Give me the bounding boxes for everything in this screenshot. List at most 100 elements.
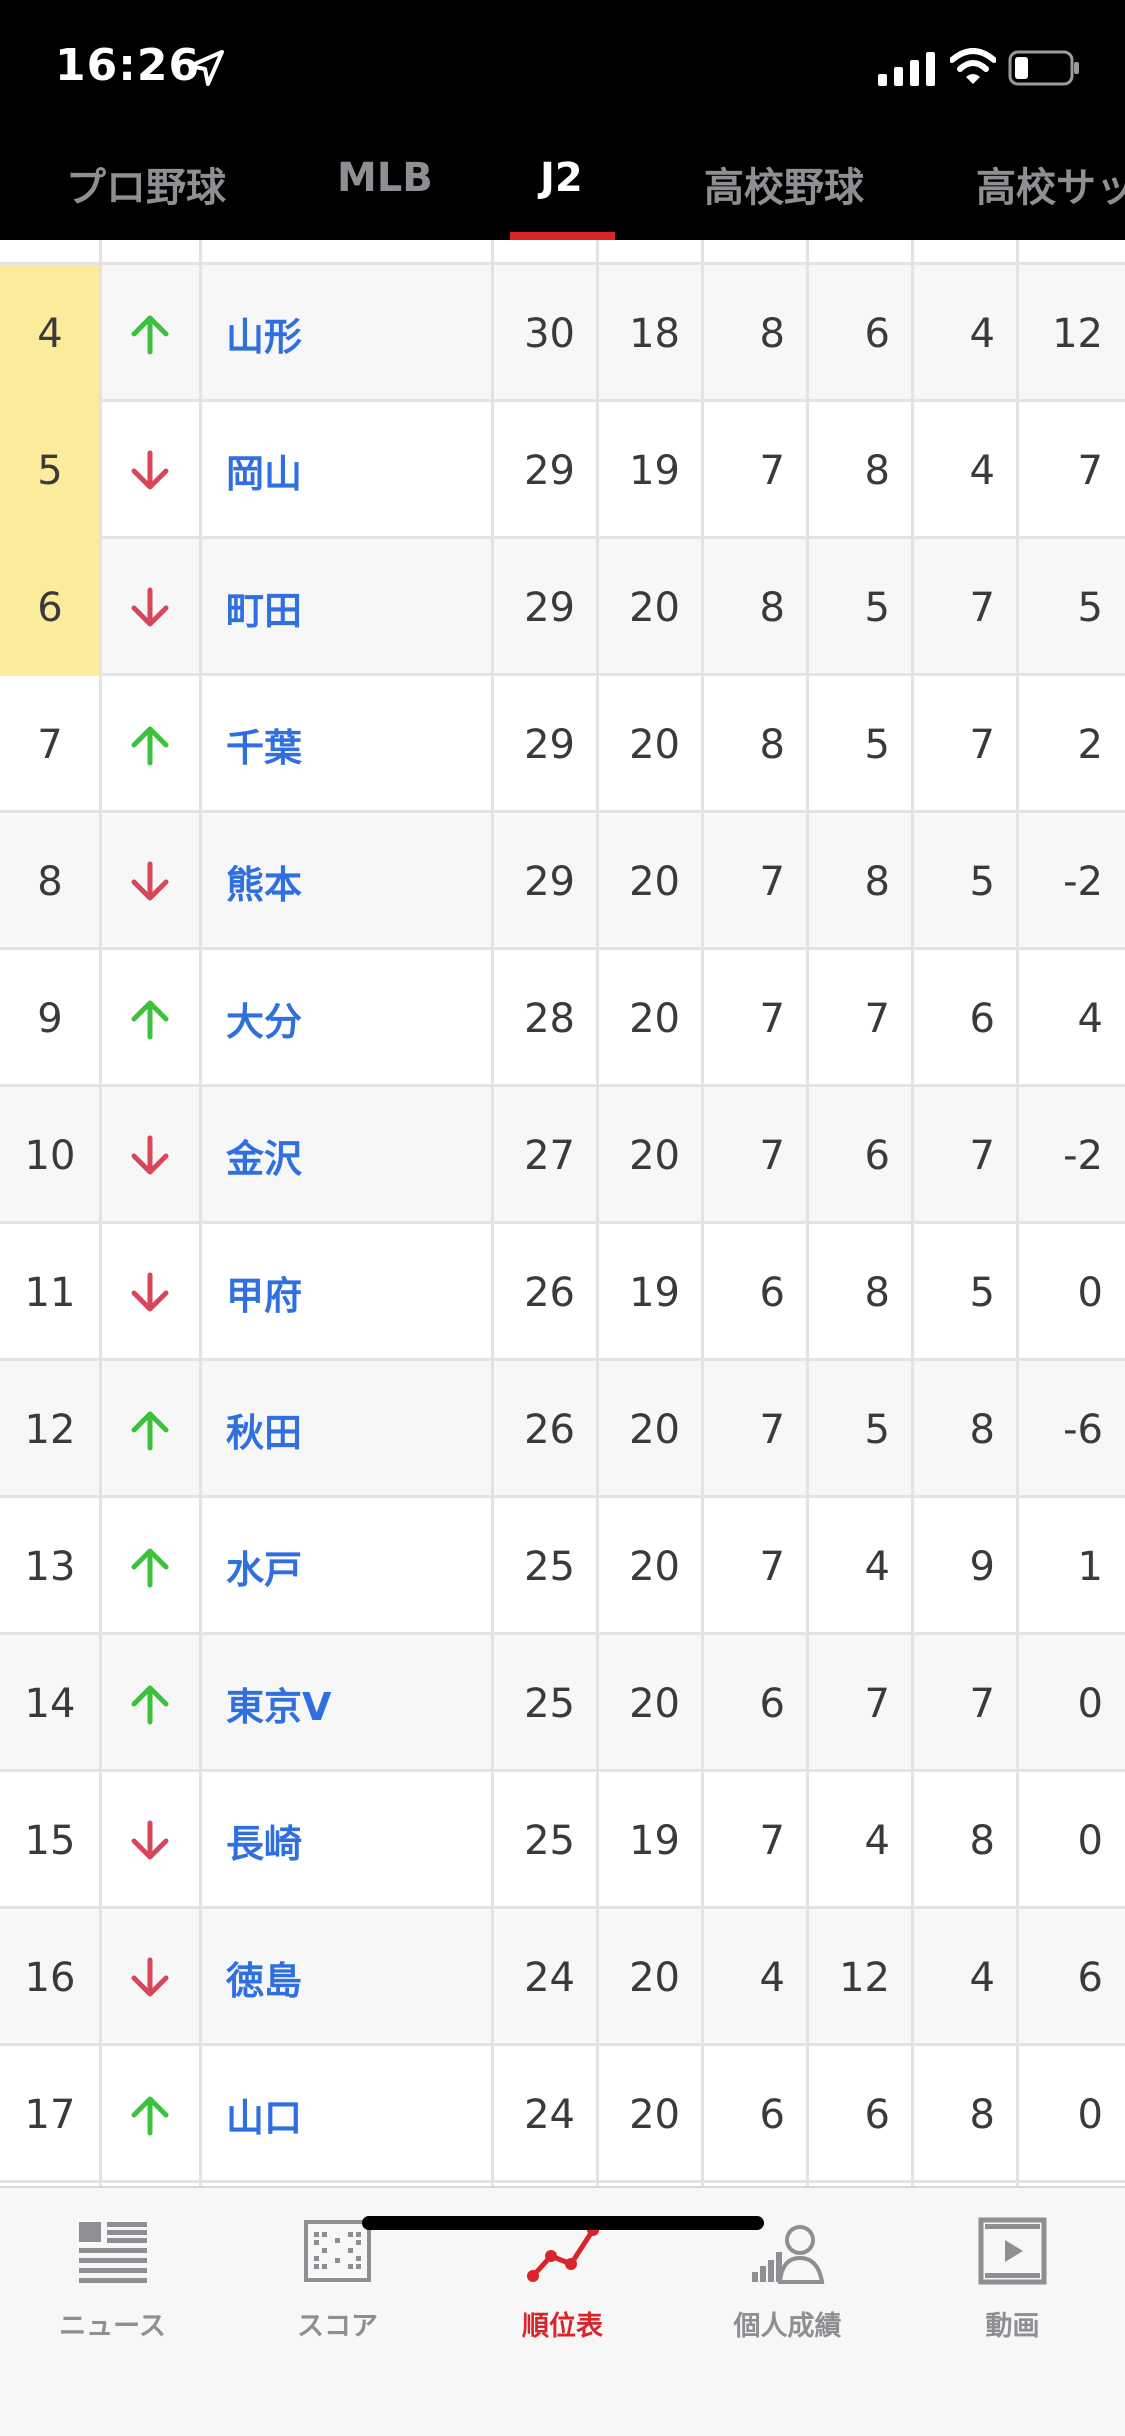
table-row[interactable]: 11 甲府 26 19 6 8 5 0 — [0, 1224, 1125, 1361]
lost-cell: 4 — [969, 1954, 995, 2001]
gd-cell: 6 — [1077, 1954, 1103, 2001]
table-row[interactable]: 13 水戸 25 20 7 4 9 1 — [0, 1498, 1125, 1635]
played-cell: 20 — [629, 858, 680, 905]
pts-cell: 26 — [524, 1406, 575, 1453]
team-link[interactable]: 水戸 — [200, 1498, 492, 1635]
column-divider — [99, 240, 102, 2186]
pts-cell: 29 — [524, 858, 575, 905]
lost-cell: 4 — [969, 447, 995, 494]
rank-cell: 6 — [0, 539, 100, 676]
team-link[interactable]: 岡山 — [200, 402, 492, 539]
rank-cell: 14 — [24, 1680, 76, 1727]
drawn-cell: 12 — [839, 1954, 890, 2001]
gd-cell: 5 — [1077, 584, 1103, 631]
table-row[interactable]: 8 熊本 29 20 7 8 5 -2 — [0, 813, 1125, 950]
nav-video[interactable]: 動画 — [900, 2206, 1125, 2346]
team-link[interactable]: 徳島 — [200, 1909, 492, 2046]
table-row[interactable]: 10 金沢 27 20 7 6 7 -2 — [0, 1087, 1125, 1224]
tab-high-school-baseball[interactable]: 高校野球 — [704, 155, 864, 213]
won-cell: 7 — [759, 1543, 785, 1590]
drawn-cell: 5 — [864, 584, 890, 631]
table-row[interactable]: 15 長崎 25 19 7 4 8 0 — [0, 1772, 1125, 1909]
nav-news[interactable]: ニュース — [0, 2206, 225, 2346]
rank-cell: 8 — [37, 858, 63, 905]
won-cell: 6 — [759, 2091, 785, 2138]
team-link[interactable]: 大分 — [200, 950, 492, 1087]
trend-down-icon — [100, 1087, 200, 1224]
table-row[interactable]: 16 徳島 24 20 4 12 4 6 — [0, 1909, 1125, 2046]
lost-cell: 5 — [969, 858, 995, 905]
team-link[interactable]: 山形 — [200, 265, 492, 402]
lost-cell: 7 — [969, 584, 995, 631]
table-row[interactable]: 17 山口 24 20 6 6 8 0 — [0, 2046, 1125, 2183]
lost-cell: 8 — [969, 2091, 995, 2138]
drawn-cell: 5 — [864, 721, 890, 768]
gd-cell: 2 — [1077, 721, 1103, 768]
played-cell: 20 — [629, 2091, 680, 2138]
column-divider — [806, 240, 809, 2186]
won-cell: 6 — [759, 1680, 785, 1727]
drawn-cell: 8 — [864, 1269, 890, 1316]
gd-cell: 0 — [1077, 1817, 1103, 1864]
nav-standings-label: 順位表 — [522, 2311, 603, 2342]
tab-pro-baseball[interactable]: プロ野球 — [66, 155, 226, 213]
table-row[interactable]: 4 山形 30 18 8 6 4 12 — [0, 265, 1125, 402]
standings-table[interactable]: 4 山形 30 18 8 6 4 12 5 岡山 29 19 7 8 4 7 6 町田 29 20 8 5 7 5 7 千葉 29 2… — [0, 240, 1125, 2186]
rank-cell: 15 — [24, 1817, 76, 1864]
tab-j2[interactable]: J2 — [540, 155, 583, 201]
trend-up-icon — [100, 1498, 200, 1635]
table-row[interactable]: 12 秋田 26 20 7 5 8 -6 — [0, 1361, 1125, 1498]
lost-cell: 8 — [969, 1406, 995, 1453]
trend-down-icon — [100, 1909, 200, 2046]
drawn-cell: 6 — [864, 310, 890, 357]
played-cell: 20 — [629, 1680, 680, 1727]
nav-video-label: 動画 — [985, 2311, 1040, 2342]
team-link[interactable]: 長崎 — [200, 1772, 492, 1909]
table-row[interactable]: 5 岡山 29 19 7 8 4 7 — [0, 402, 1125, 539]
location-arrow-icon — [188, 50, 224, 86]
team-link[interactable]: 東京V — [200, 1635, 492, 1772]
table-row[interactable]: 9 大分 28 20 7 7 6 4 — [0, 950, 1125, 1087]
team-link[interactable]: 千葉 — [200, 676, 492, 813]
trend-up-icon — [100, 2046, 200, 2183]
gd-cell: -2 — [1063, 1132, 1103, 1179]
won-cell: 7 — [759, 1132, 785, 1179]
won-cell: 7 — [759, 447, 785, 494]
played-cell: 20 — [629, 1132, 680, 1179]
rank-cell: 7 — [37, 721, 63, 768]
gd-cell: -2 — [1063, 858, 1103, 905]
pts-cell: 24 — [524, 2091, 575, 2138]
table-row[interactable]: 7 千葉 29 20 8 5 7 2 — [0, 676, 1125, 813]
tab-high-school-soccer[interactable]: 高校サッ — [976, 155, 1125, 213]
team-link[interactable]: 金沢 — [200, 1087, 492, 1224]
gd-cell: 4 — [1077, 995, 1103, 1042]
played-cell: 19 — [629, 1817, 680, 1864]
played-cell: 20 — [629, 995, 680, 1042]
gd-cell: -6 — [1063, 1406, 1103, 1453]
rank-cell: 4 — [0, 265, 100, 402]
tab-mlb[interactable]: MLB — [337, 155, 433, 201]
table-row[interactable]: 14 東京V 25 20 6 7 7 0 — [0, 1635, 1125, 1772]
gd-cell: 12 — [1052, 310, 1103, 357]
lost-cell: 7 — [969, 721, 995, 768]
team-link[interactable]: 甲府 — [200, 1224, 492, 1361]
trend-up-icon — [100, 676, 200, 813]
rank-cell: 17 — [24, 2091, 76, 2138]
column-divider — [199, 240, 202, 2186]
rank-cell: 10 — [24, 1132, 76, 1179]
team-link[interactable]: 山口 — [200, 2046, 492, 2183]
team-link[interactable]: 町田 — [200, 539, 492, 676]
played-cell: 19 — [629, 1269, 680, 1316]
gd-cell: 0 — [1077, 1680, 1103, 1727]
team-link[interactable]: 熊本 — [200, 813, 492, 950]
won-cell: 7 — [759, 1817, 785, 1864]
home-indicator[interactable] — [362, 2216, 764, 2230]
team-link[interactable]: 秋田 — [200, 1361, 492, 1498]
won-cell: 8 — [759, 584, 785, 631]
table-row[interactable]: 6 町田 29 20 8 5 7 5 — [0, 539, 1125, 676]
trend-up-icon — [100, 265, 200, 402]
trend-up-icon — [100, 1635, 200, 1772]
video-film-icon — [978, 2217, 1047, 2285]
wifi-icon — [950, 48, 996, 84]
drawn-cell: 6 — [864, 2091, 890, 2138]
